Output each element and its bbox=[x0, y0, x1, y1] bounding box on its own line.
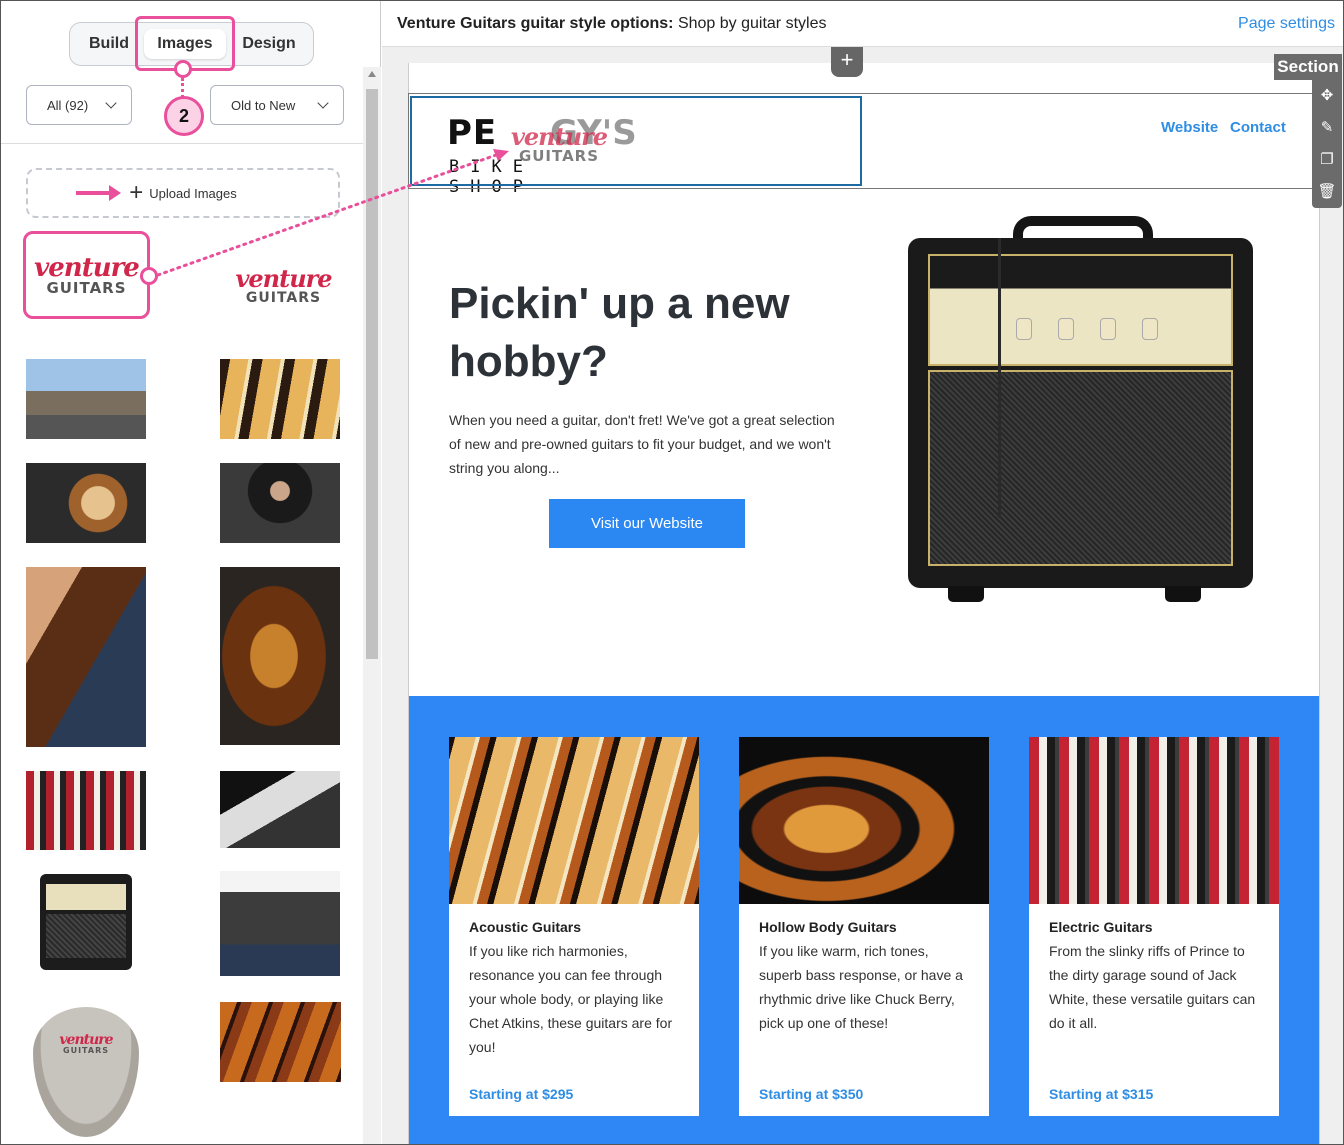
editor-topbar: Venture Guitars guitar style options: Sh… bbox=[382, 1, 1343, 47]
hero-body[interactable]: When you need a guitar, don't fret! We'v… bbox=[449, 408, 839, 480]
nav-website-link[interactable]: Website bbox=[1161, 119, 1218, 136]
card-price-link[interactable]: Starting at $315 bbox=[1049, 1086, 1153, 1102]
pointer-arrow-icon bbox=[109, 185, 121, 201]
scroll-thumb[interactable] bbox=[366, 89, 378, 659]
card-price-link[interactable]: Starting at $295 bbox=[469, 1086, 573, 1102]
acoustic-guitars-image[interactable] bbox=[449, 737, 699, 904]
amp-knob bbox=[1100, 318, 1116, 340]
scroll-up-icon[interactable] bbox=[368, 71, 376, 77]
upload-images-button[interactable]: + Upload Images bbox=[26, 168, 340, 218]
sort-dropdown-label: Old to New bbox=[231, 97, 296, 113]
callout-line bbox=[181, 78, 184, 98]
card-price-link[interactable]: Starting at $350 bbox=[759, 1086, 863, 1102]
amp-foot bbox=[1165, 586, 1201, 602]
logo-guitars-text: GUITARS bbox=[245, 290, 322, 306]
section-toolbar: ✥ ✎ ❐ 🗑 bbox=[1312, 80, 1342, 208]
electric-guitars-image[interactable] bbox=[1029, 737, 1279, 904]
page-settings-link[interactable]: Page settings bbox=[1238, 15, 1335, 33]
upload-images-label: Upload Images bbox=[149, 185, 237, 201]
amp-cable bbox=[998, 238, 1006, 518]
visit-website-button[interactable]: Visit our Website bbox=[549, 499, 745, 548]
image-acoustic-row[interactable] bbox=[220, 359, 340, 439]
logo-venture-text: venture bbox=[34, 252, 140, 283]
logo-venture-text: venture bbox=[235, 264, 332, 293]
add-section-icon[interactable]: + bbox=[831, 47, 863, 77]
hero-heading[interactable]: Pickin' up a new hobby? bbox=[449, 275, 829, 391]
move-icon[interactable]: ✥ bbox=[1317, 86, 1337, 106]
amp-control-panel bbox=[928, 254, 1233, 366]
pick-guitars-text: GUITARS bbox=[63, 1046, 109, 1055]
card-body: From the slinky riffs of Prince to the d… bbox=[1049, 943, 1256, 1031]
amp-image[interactable] bbox=[903, 214, 1253, 604]
chevron-down-icon bbox=[317, 97, 329, 109]
card-body: If you like rich harmonies, resonance yo… bbox=[469, 943, 673, 1055]
card-hollow-body[interactable]: Hollow Body Guitars If you like warm, ri… bbox=[739, 737, 989, 1116]
image-girl-guitar[interactable] bbox=[26, 463, 146, 543]
image-tshirt[interactable] bbox=[220, 871, 340, 976]
filter-dropdown[interactable]: All (92) bbox=[26, 85, 132, 125]
logo-guitars-text: GUITARS bbox=[46, 278, 127, 297]
step-badge: 2 bbox=[164, 96, 204, 136]
callout-dot bbox=[174, 60, 192, 78]
plus-icon: + bbox=[129, 179, 144, 206]
card-body: If you like warm, rich tones, superb bas… bbox=[759, 943, 963, 1031]
amp-body bbox=[908, 238, 1253, 588]
card-electric[interactable]: Electric Guitars From the slinky riffs o… bbox=[1029, 737, 1279, 1116]
images-panel: Build Images Design 2 All (92) Old to Ne… bbox=[1, 1, 381, 1144]
amp-shape bbox=[40, 874, 132, 970]
card-title: Hollow Body Guitars bbox=[759, 919, 897, 935]
card-title: Electric Guitars bbox=[1049, 919, 1153, 935]
trash-icon[interactable]: 🗑 bbox=[1317, 182, 1337, 202]
duplicate-icon[interactable]: ❐ bbox=[1317, 150, 1337, 170]
amp-grill bbox=[928, 370, 1233, 566]
pencil-icon[interactable]: ✎ bbox=[1317, 118, 1337, 138]
filter-dropdown-label: All (92) bbox=[47, 97, 89, 113]
image-electric-row[interactable] bbox=[26, 771, 146, 850]
image-guitars-closeup[interactable] bbox=[220, 1002, 341, 1082]
amp-knob bbox=[1142, 318, 1158, 340]
divider bbox=[1, 143, 363, 144]
card-acoustic[interactable]: Acoustic Guitars If you like rich harmon… bbox=[449, 737, 699, 1116]
hollow-body-guitars-image[interactable] bbox=[739, 737, 989, 904]
card-title: Acoustic Guitars bbox=[469, 919, 582, 935]
page-subtitle: Shop by guitar styles bbox=[677, 15, 827, 32]
logo-block-outline[interactable] bbox=[410, 96, 862, 186]
amp-knob bbox=[1058, 318, 1074, 340]
image-venture-logo-selected[interactable]: venture GUITARS bbox=[23, 231, 150, 319]
image-bw-guitar[interactable] bbox=[220, 771, 340, 848]
tab-design[interactable]: Design bbox=[230, 29, 308, 59]
campaign-name: Venture Guitars guitar style options: bbox=[397, 15, 674, 32]
image-hollow-body[interactable] bbox=[220, 567, 340, 745]
image-bass-player[interactable] bbox=[26, 567, 146, 747]
app-window: Build Images Design 2 All (92) Old to Ne… bbox=[0, 0, 1344, 1145]
tab-build[interactable]: Build bbox=[78, 29, 140, 59]
image-venture-logo[interactable]: venture GUITARS bbox=[231, 256, 336, 316]
nav-contact-link[interactable]: Contact bbox=[1230, 119, 1286, 136]
section-label: Section bbox=[1274, 54, 1342, 80]
image-guitar-pick[interactable]: venture GUITARS bbox=[33, 1007, 139, 1137]
sort-dropdown[interactable]: Old to New bbox=[210, 85, 344, 125]
pick-venture-text: venture bbox=[59, 1032, 113, 1048]
panel-scrollbar[interactable] bbox=[363, 67, 381, 1144]
chevron-down-icon bbox=[105, 97, 117, 109]
image-man-guitar[interactable] bbox=[220, 463, 340, 543]
drag-handle-dot bbox=[140, 267, 158, 285]
amp-knob bbox=[1016, 318, 1032, 340]
amp-foot bbox=[948, 586, 984, 602]
page-title: Venture Guitars guitar style options: Sh… bbox=[397, 15, 826, 33]
image-street[interactable] bbox=[26, 359, 146, 439]
image-amp[interactable] bbox=[26, 869, 146, 975]
